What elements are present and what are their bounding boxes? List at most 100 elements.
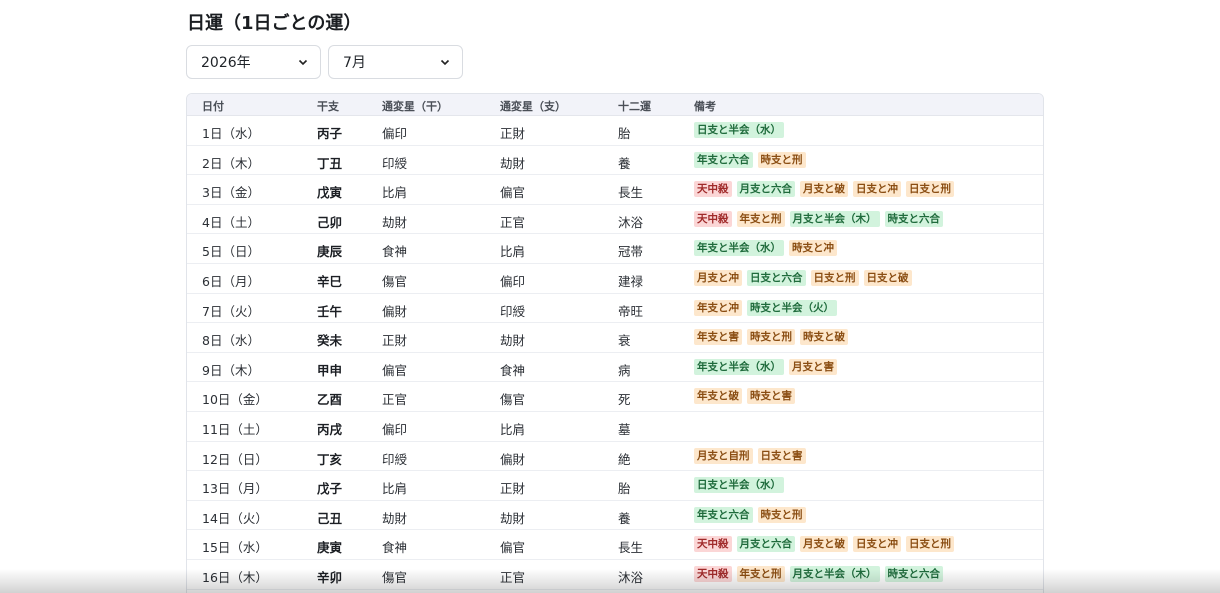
notes-cell: 年支と半会（水） 時支と冲: [694, 240, 837, 257]
note-tag: 年支と半会（水）: [694, 240, 784, 257]
note-tag: 時支と刑: [757, 506, 806, 523]
page: 日運（1日ごとの運） 2026年 7月 日付 干支 通変星（干） 通変星（支） …: [0, 0, 1220, 593]
header-ganzhi: 干支: [317, 100, 339, 113]
note-tag: 時支と半会（火）: [747, 299, 837, 316]
star-stem-cell: 劫財: [382, 510, 408, 526]
ganzhi-cell: 辛卯: [317, 569, 343, 585]
note-tag: 天中殺: [694, 565, 732, 582]
star-stem-cell: 食神: [382, 244, 408, 260]
twelve-stage-cell: 冠帯: [618, 244, 644, 260]
note-tag: 年支と刑: [736, 565, 785, 582]
note-tag: 時支と害: [747, 388, 795, 405]
notes-cell: 年支と冲 時支と半会（火）: [694, 299, 837, 316]
date-cell: 5日（日）: [202, 244, 260, 260]
note-tag: 時支と六合: [884, 565, 943, 582]
note-tag: 時支と刑: [757, 151, 806, 168]
twelve-stage-cell: 養: [618, 510, 631, 526]
note-tag: 天中殺: [694, 210, 732, 227]
star-stem-cell: 劫財: [382, 214, 408, 230]
table-row: 10日（金） 乙酉 正官 傷官 死 年支と破 時支と害: [187, 382, 1043, 412]
star-branch-cell: 偏財: [500, 451, 526, 467]
table-row: 3日（金） 戊寅 比肩 偏官 長生 天中殺 月支と六合 月支と破 日支と冲 日支と刑: [187, 175, 1043, 205]
table-row: 2日（木） 丁丑 印綬 劫財 養 年支と六合 時支と刑: [187, 146, 1043, 176]
twelve-stage-cell: 絶: [618, 451, 631, 467]
ganzhi-cell: 丙子: [317, 126, 343, 141]
ganzhi-cell: 己卯: [317, 214, 343, 230]
ganzhi-cell: 癸未: [317, 333, 343, 349]
star-stem-cell: 正財: [382, 333, 408, 349]
star-stem-cell: 印綬: [382, 451, 408, 467]
notes-cell: 日支と半会（水）: [694, 477, 784, 494]
month-select[interactable]: 7月: [328, 45, 463, 79]
page-title: 日運（1日ごとの運）: [187, 13, 362, 34]
twelve-stage-cell: 死: [618, 392, 631, 408]
note-tag: 年支と害: [694, 329, 742, 346]
note-tag: 時支と六合: [884, 210, 943, 227]
star-stem-cell: 偏印: [382, 421, 408, 437]
table-body: 1日（水） 丙子 偏印 正財胎日支と半会（水） 2日（木） 丁丑 印綬 劫財養年支と六合 時支と…: [187, 116, 1043, 590]
notes-cell: 天中殺 月支と六合 月支と破 日支と冲 日支と刑: [694, 536, 954, 553]
star-stem-cell: 比肩: [382, 481, 408, 497]
date-cell: 7日（火）: [202, 303, 260, 319]
table-row: 8日（水） 癸未 正財 劫財 衰 年支と害 時支と刑 時支と破: [187, 323, 1043, 353]
header-date: 日付: [202, 100, 224, 113]
star-branch-cell: 正官: [500, 214, 526, 230]
notes-cell: 天中殺 月支と六合 月支と破 日支と冲 日支と刑: [694, 181, 954, 198]
star-stem-cell: 食神: [382, 540, 408, 556]
star-stem-cell: 偏印: [382, 126, 408, 141]
ganzhi-cell: 己丑: [317, 510, 343, 526]
notes-cell: 年支と半会（水） 月支と害: [694, 358, 837, 375]
note-tag: 日支と刑: [906, 181, 954, 198]
header-star-stem: 通変星（干）: [382, 100, 448, 113]
twelve-stage-cell: 沐浴: [618, 214, 644, 230]
daily-fortune-table: 日付 干支 通変星（干） 通変星（支） 十二運 備考 1日（水） 丙子 偏印 正財胎日…: [186, 93, 1044, 593]
star-branch-cell: 正財: [500, 126, 526, 141]
note-tag: 日支と冲: [853, 181, 901, 198]
table-row: 13日（月） 戊子 比肩 正財 胎 日支と半会（水）: [187, 471, 1043, 501]
table-row: 6日（月） 辛巳 傷官 偏印 建禄 月支と冲 日支と六合 日支と刑 日支と破: [187, 264, 1043, 294]
date-cell: 1日（水）: [202, 126, 260, 141]
note-tag: 時支と破: [800, 329, 848, 346]
date-cell: 12日（日）: [202, 451, 268, 467]
table-row: 12日（日） 丁亥 印綬 偏財 絶 月支と自刑 日支と害: [187, 442, 1043, 472]
ganzhi-cell: 壬午: [317, 303, 343, 319]
month-select-value: 7月: [343, 55, 366, 71]
ganzhi-cell: 甲申: [317, 362, 343, 378]
notes-cell: 年支と六合 時支と刑: [694, 151, 806, 168]
twelve-stage-cell: 帝旺: [618, 303, 644, 319]
date-cell: 10日（金）: [202, 392, 268, 408]
date-cell: 13日（月）: [202, 481, 268, 497]
twelve-stage-cell: 衰: [618, 333, 631, 349]
note-tag: 年支と半会（水）: [694, 358, 784, 375]
star-branch-cell: 偏官: [500, 185, 526, 201]
star-branch-cell: 劫財: [500, 333, 526, 349]
note-tag: 日支と刑: [906, 536, 954, 553]
date-cell: 2日（木）: [202, 155, 260, 171]
table-row: 15日（水） 庚寅 食神 偏官 長生 天中殺 月支と六合 月支と破 日支と冲 日支と刑: [187, 530, 1043, 560]
star-stem-cell: 傷官: [382, 569, 408, 585]
ganzhi-cell: 戊子: [317, 481, 343, 497]
twelve-stage-cell: 長生: [618, 540, 644, 556]
table-row: 5日（日） 庚辰 食神 比肩 冠帯 年支と半会（水） 時支と冲: [187, 234, 1043, 264]
note-tag: 年支と破: [694, 388, 742, 405]
date-cell: 4日（土）: [202, 214, 260, 230]
year-select[interactable]: 2026年: [186, 45, 321, 79]
star-branch-cell: 傷官: [500, 392, 526, 408]
twelve-stage-cell: 病: [618, 362, 631, 378]
table-row: 16日（木） 辛卯 傷官 正官 沐浴 天中殺 年支と刑 月支と半会（木） 時支と六合: [187, 560, 1043, 590]
note-tag: 日支と半会（水）: [694, 477, 784, 494]
ganzhi-cell: 丁丑: [317, 155, 343, 171]
date-cell: 8日（水）: [202, 333, 260, 349]
note-tag: 時支と刑: [747, 329, 795, 346]
table-row: 9日（木） 甲申 偏官 食神 病 年支と半会（水） 月支と害: [187, 353, 1043, 383]
star-stem-cell: 正官: [382, 392, 408, 408]
star-stem-cell: 傷官: [382, 273, 408, 289]
star-branch-cell: 比肩: [500, 244, 526, 260]
ganzhi-cell: 辛巳: [317, 273, 343, 289]
note-tag: 年支と刑: [736, 210, 785, 227]
note-tag: 月支と害: [789, 358, 837, 375]
table-row: 4日（土） 己卯 劫財 正官 沐浴 天中殺 年支と刑 月支と半会（木） 時支と六合: [187, 205, 1043, 235]
star-branch-cell: 劫財: [500, 510, 526, 526]
ganzhi-cell: 丁亥: [317, 451, 343, 467]
note-tag: 天中殺: [694, 536, 732, 553]
